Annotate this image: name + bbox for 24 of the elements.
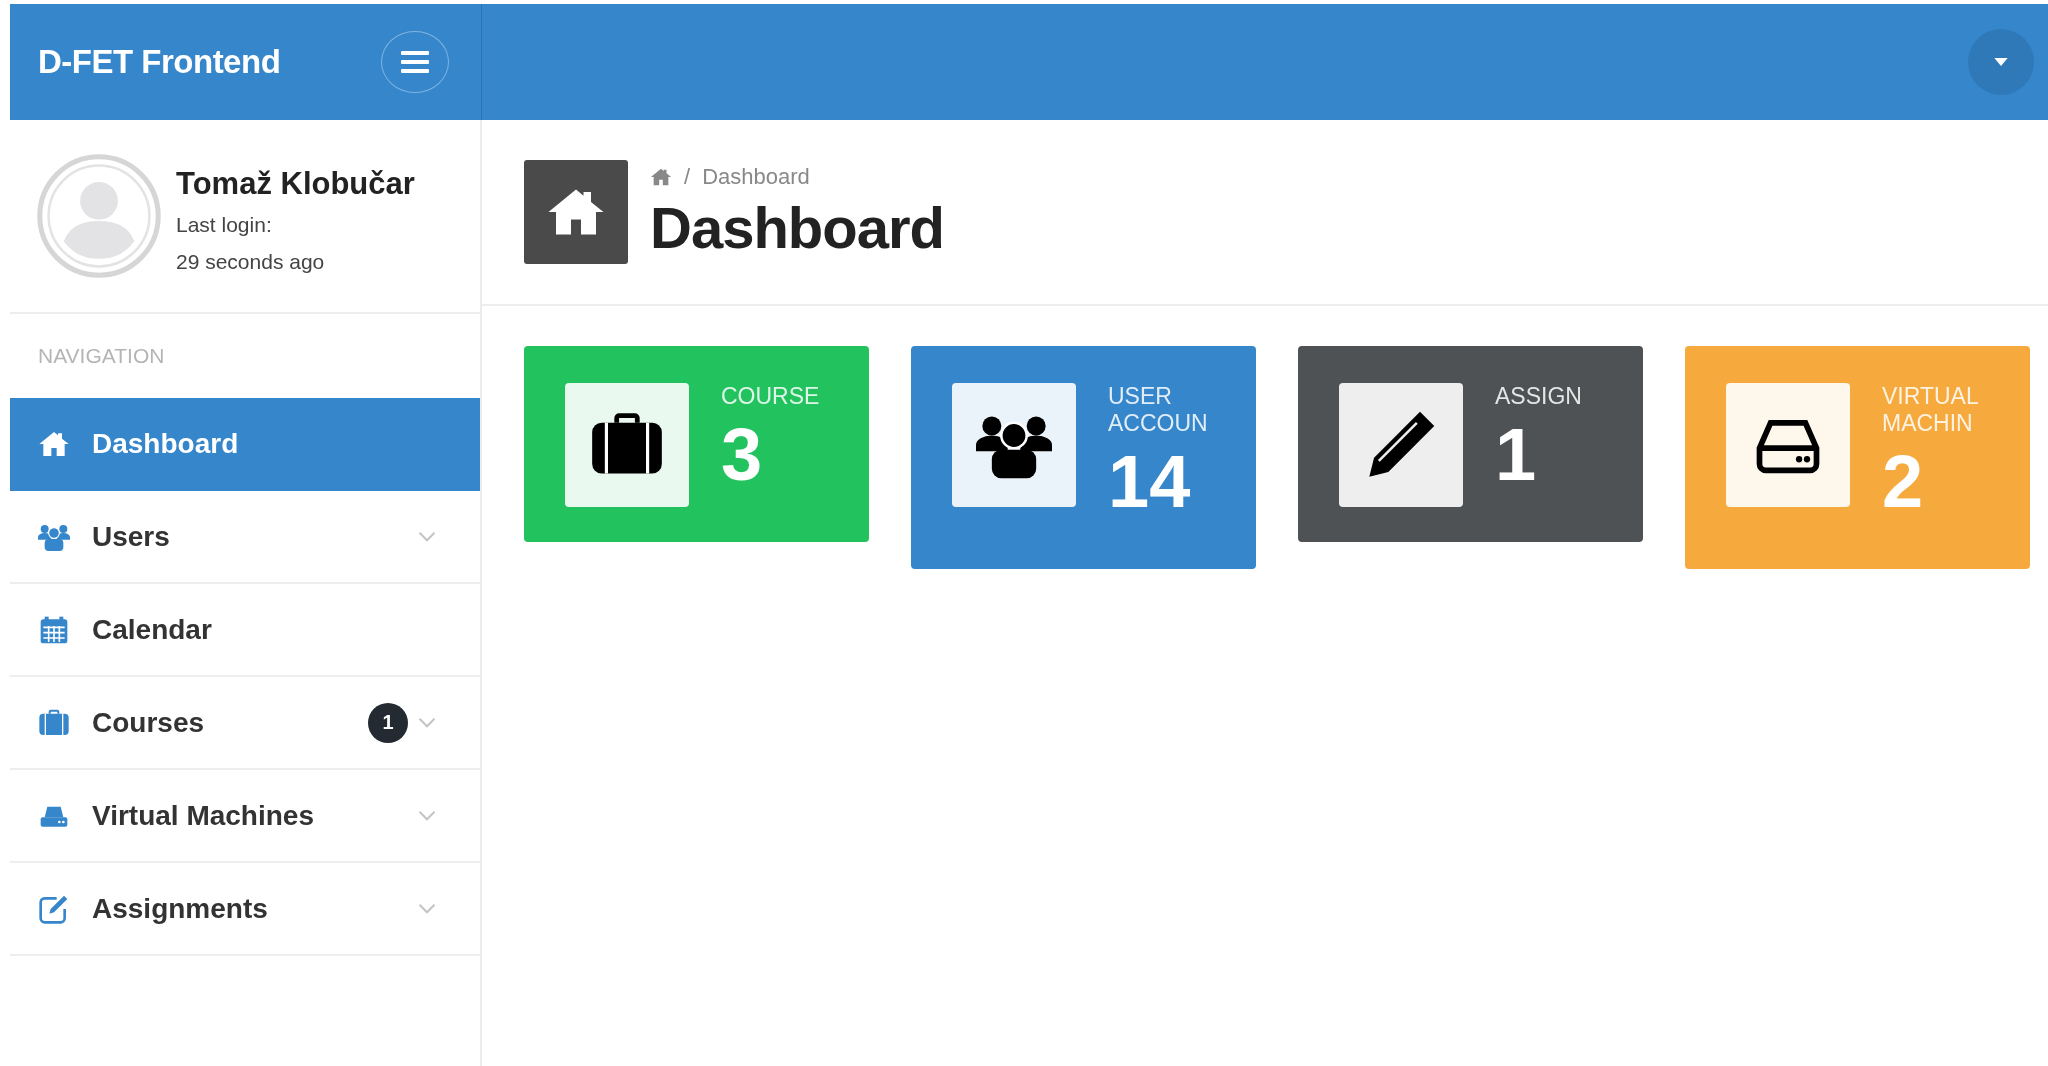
stat-value: 2 [1882,439,1925,525]
nav-item[interactable]: Courses 1 [10,677,480,770]
nav-item[interactable]: Calendar [10,584,480,677]
stat-value: 14 [1108,439,1192,525]
nav-item[interactable]: Assignments [10,863,480,956]
breadcrumb-separator: / [684,163,691,190]
brand-title: D-FET Frontend [38,43,281,81]
stat-label: VIRTUAL MACHIN [1882,383,1979,437]
user-name: Tomaž Klobučar [176,166,415,202]
last-login-time: 29 seconds ago [176,249,326,275]
nav-item[interactable]: Users [10,491,480,584]
stat-label: ASSIGN [1495,383,1583,410]
stat-label: USER ACCOUN [1108,383,1209,437]
count-badge: 1 [368,702,408,743]
breadcrumb-link[interactable]: Dashboard [702,163,810,190]
stat-value: 1 [1495,412,1538,498]
stat-value: 3 [721,412,764,498]
caret-icon [1994,58,2008,66]
navigation-heading: NAVIGATION [37,343,166,369]
stat-label: COURSE [721,383,821,410]
page-title: Dashboard [650,193,944,261]
last-login-label: Last login: [176,212,273,238]
nav-item[interactable]: Dashboard [10,398,480,491]
nav-item[interactable]: Virtual Machines [10,770,480,863]
